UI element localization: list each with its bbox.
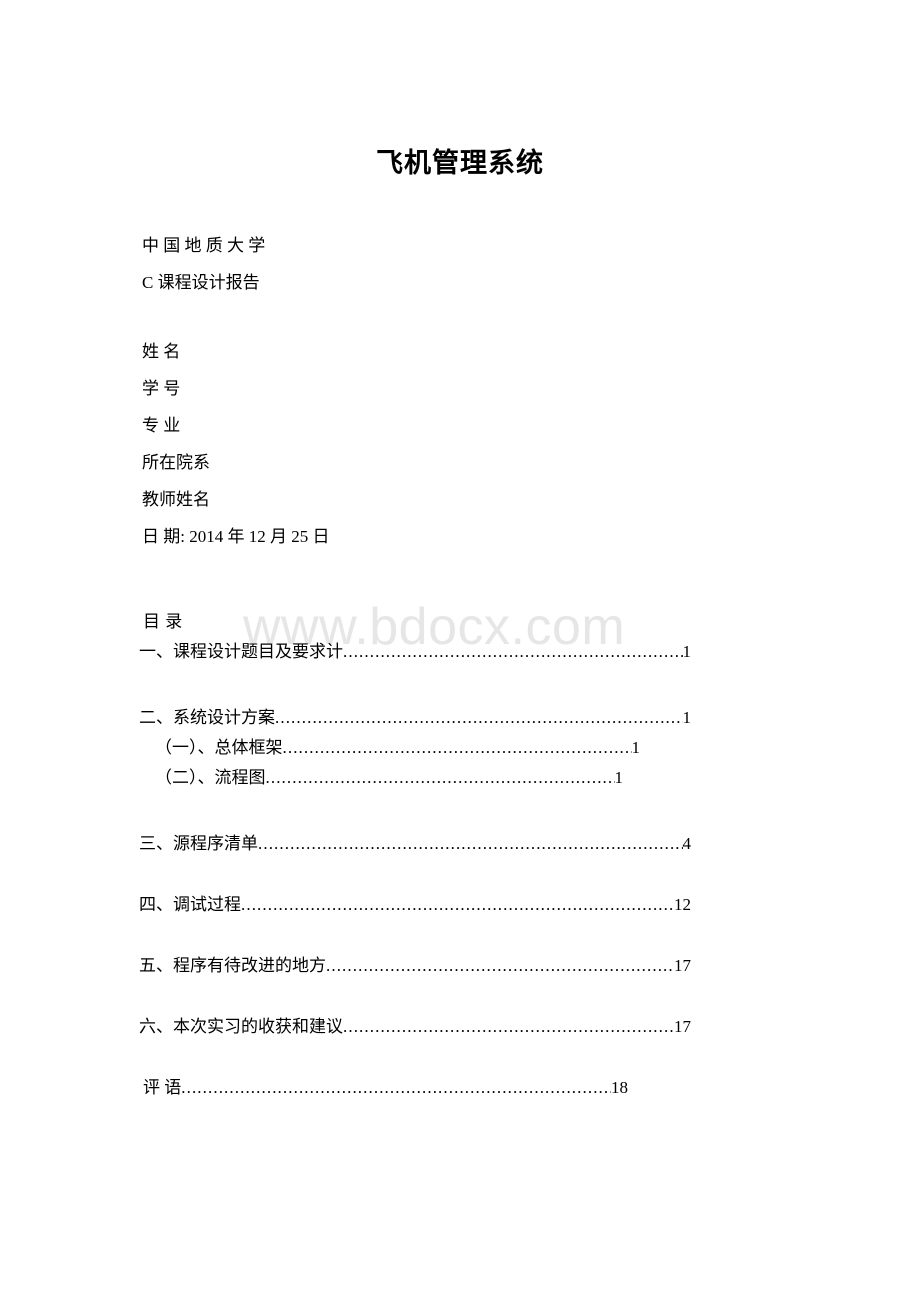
toc-spacer (139, 667, 739, 703)
cover-field-date: 日 期: 2014 年 12 月 25 日 (142, 527, 330, 546)
toc-spacer (139, 1042, 739, 1073)
cover-university: 中 国 地 质 大 学 (142, 236, 266, 255)
toc-entry-label: （二）、流程图 (155, 768, 266, 787)
toc-entry-label: 评 语 (143, 1078, 182, 1097)
toc-dot-leader: ........................................… (343, 642, 683, 661)
toc-dot-leader: ........................................… (343, 1017, 674, 1036)
toc-dot-leader: ........................................… (275, 708, 683, 727)
toc-entry-label: （一）、总体框架 (155, 738, 283, 757)
cover-field-name: 姓 名 (142, 342, 181, 361)
cover-field-student-id: 学 号 (142, 379, 181, 398)
toc-entry-page: 1 (614, 768, 624, 787)
table-of-contents: 目 录 一、课程设计题目及要求计 .......................… (139, 607, 739, 1103)
toc-dot-leader: ........................................… (265, 768, 615, 787)
toc-entry-page: 1 (631, 738, 641, 757)
document-title: 飞机管理系统 (376, 148, 544, 179)
toc-entry-label: 三、源程序清单 (139, 834, 258, 853)
toc-entry-1[interactable]: 一、课程设计题目及要求计 ...........................… (139, 637, 691, 667)
toc-heading: 目 录 (143, 612, 183, 631)
toc-entry-page: 12 (674, 895, 691, 914)
toc-dot-leader: ........................................… (282, 738, 632, 757)
toc-entry-5[interactable]: 五、程序有待改进的地方 ............................… (139, 951, 691, 981)
toc-dot-leader: ........................................… (258, 834, 683, 853)
toc-entry-4[interactable]: 四、调试过程 .................................… (139, 890, 691, 920)
toc-entry-page: 4 (682, 834, 692, 853)
toc-spacer (139, 793, 739, 829)
toc-entry-comments[interactable]: 评 语 ....................................… (143, 1073, 628, 1103)
toc-spacer (139, 920, 739, 951)
toc-entry-label: 一、课程设计题目及要求计 (139, 642, 343, 661)
toc-entry-label: 四、调试过程 (139, 895, 241, 914)
cover-spacer (142, 301, 329, 333)
toc-entry-6[interactable]: 六、本次实习的收获和建议 ...........................… (139, 1012, 691, 1042)
cover-report-type: C 课程设计报告 (142, 273, 260, 292)
toc-spacer (139, 981, 739, 1012)
cover-info-block: 中 国 地 质 大 学 C 课程设计报告 姓 名 学 号 专 业 所在院系 教师… (142, 227, 329, 555)
toc-dot-leader: ........................................… (181, 1078, 611, 1097)
toc-dot-leader: ........................................… (326, 956, 674, 975)
toc-entry-page: 1 (682, 708, 692, 727)
toc-entry-label: 二、系统设计方案 (139, 708, 275, 727)
toc-entry-label: 五、程序有待改进的地方 (139, 956, 326, 975)
toc-entry-page: 18 (611, 1078, 628, 1097)
toc-entry-page: 17 (674, 956, 691, 975)
toc-entry-2[interactable]: 二、系统设计方案 ...............................… (139, 703, 691, 733)
toc-spacer (139, 859, 739, 890)
cover-field-department: 所在院系 (142, 453, 210, 472)
toc-entry-2-2[interactable]: （二）、流程图 ................................… (155, 763, 623, 793)
toc-dot-leader: ........................................… (241, 895, 674, 914)
toc-entry-page: 17 (674, 1017, 691, 1036)
toc-entry-2-1[interactable]: （一）、总体框架 ...............................… (155, 733, 640, 763)
cover-field-teacher: 教师姓名 (142, 490, 210, 509)
toc-entry-label: 六、本次实习的收获和建议 (139, 1017, 343, 1036)
toc-entry-3[interactable]: 三、源程序清单 ................................… (139, 829, 691, 859)
toc-entry-page: 1 (682, 642, 692, 661)
document-page: www.bdocx.com 飞机管理系统 中 国 地 质 大 学 C 课程设计报… (0, 0, 920, 1302)
cover-field-major: 专 业 (142, 416, 181, 435)
